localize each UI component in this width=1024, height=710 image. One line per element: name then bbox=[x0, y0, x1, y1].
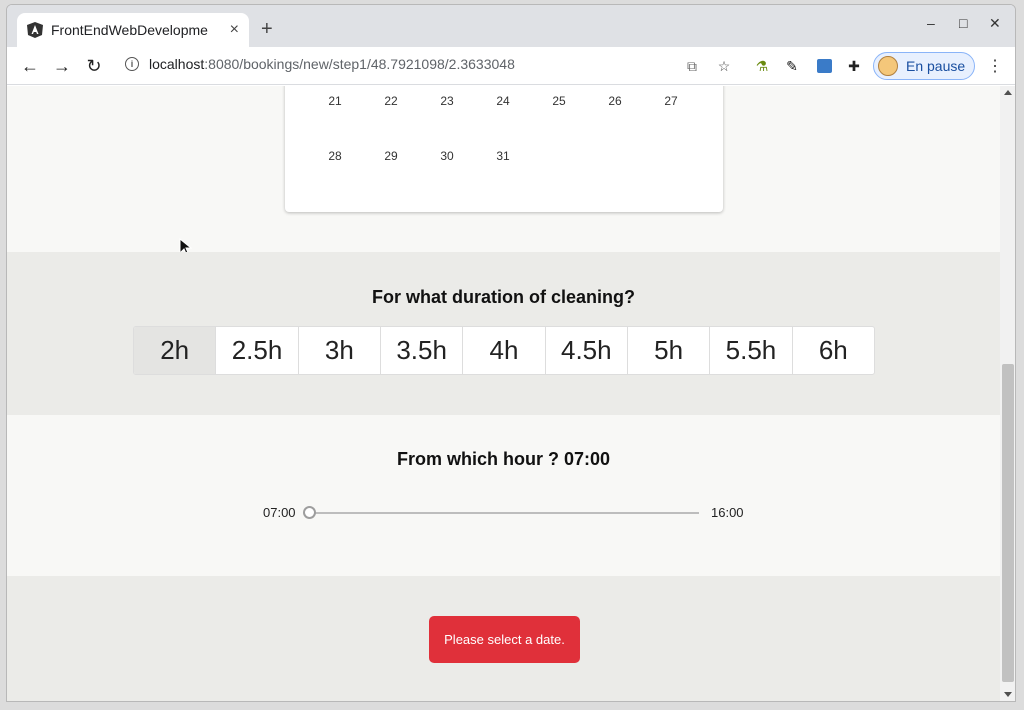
close-icon[interactable]: × bbox=[230, 21, 239, 39]
calendar-row: 21 22 23 24 25 26 27 bbox=[307, 94, 699, 108]
calendar-card: 21 22 23 24 25 26 27 28 29 30 31 bbox=[285, 86, 723, 212]
new-tab-button[interactable]: + bbox=[261, 19, 273, 39]
hour-slider[interactable]: 07:00 16:00 bbox=[263, 503, 753, 523]
duration-option[interactable]: 5h bbox=[628, 327, 711, 374]
duration-options: 2h 2.5h 3h 3.5h 4h 4.5h 5h 5.5h 6h bbox=[133, 326, 875, 375]
calendar-day[interactable]: 24 bbox=[475, 94, 531, 108]
info-icon[interactable]: i bbox=[125, 57, 139, 71]
back-icon[interactable]: ← bbox=[19, 55, 41, 77]
profile-button[interactable]: En pause bbox=[873, 52, 975, 80]
extension-icon[interactable]: ✎ bbox=[783, 57, 801, 75]
scroll-up-icon[interactable] bbox=[1004, 90, 1012, 95]
page-content: 21 22 23 24 25 26 27 28 29 30 31 For wha… bbox=[7, 86, 1000, 701]
calendar-day[interactable]: 30 bbox=[419, 149, 475, 163]
calendar-row: 28 29 30 31 bbox=[307, 149, 531, 163]
duration-section: For what duration of cleaning? 2h 2.5h 3… bbox=[7, 252, 1000, 415]
footer-section: Please select a date. bbox=[7, 576, 1000, 701]
scrollbar-thumb[interactable] bbox=[1002, 364, 1014, 682]
calendar-day[interactable]: 25 bbox=[531, 94, 587, 108]
hour-title: From which hour ? 07:00 bbox=[396, 449, 611, 469]
scroll-down-icon[interactable] bbox=[1004, 692, 1012, 697]
reload-icon[interactable]: ↻ bbox=[83, 55, 105, 77]
profile-label: En pause bbox=[906, 58, 966, 74]
slider-track[interactable] bbox=[309, 512, 699, 514]
hour-section: From which hour ? 07:00 07:00 16:00 bbox=[7, 415, 1000, 576]
angular-icon bbox=[27, 22, 43, 38]
duration-option[interactable]: 4h bbox=[463, 327, 546, 374]
duration-option[interactable]: 5.5h bbox=[710, 327, 793, 374]
duration-option[interactable]: 3.5h bbox=[381, 327, 464, 374]
address-bar[interactable]: i localhost:8080/bookings/new/step1/48.7… bbox=[125, 56, 515, 72]
star-icon[interactable]: ☆ bbox=[715, 57, 733, 75]
calendar-day[interactable]: 27 bbox=[643, 94, 699, 108]
menu-icon[interactable]: ⋮ bbox=[987, 56, 1003, 76]
url-path: :8080/bookings/new/step1/48.7921098/2.36… bbox=[204, 56, 515, 72]
page-scrollbar[interactable] bbox=[1000, 86, 1015, 701]
calendar-day[interactable]: 22 bbox=[363, 94, 419, 108]
calendar-day[interactable]: 31 bbox=[475, 149, 531, 163]
slider-min-label: 07:00 bbox=[263, 505, 296, 520]
puzzle-icon[interactable]: ✚ bbox=[845, 57, 863, 75]
duration-option[interactable]: 2h bbox=[134, 327, 217, 374]
browser-tab[interactable]: FrontEndWebDevelopme × bbox=[17, 13, 249, 47]
calendar-day[interactable]: 21 bbox=[307, 94, 363, 108]
duration-title: For what duration of cleaning? bbox=[372, 287, 635, 307]
calendar-day[interactable]: 28 bbox=[307, 149, 363, 163]
url-host: localhost bbox=[149, 56, 205, 72]
minimize-button[interactable]: – bbox=[927, 15, 935, 31]
slider-max-label: 16:00 bbox=[711, 505, 744, 520]
duration-option[interactable]: 6h bbox=[793, 327, 874, 374]
calendar-day[interactable]: 29 bbox=[363, 149, 419, 163]
maximize-button[interactable]: □ bbox=[959, 15, 967, 31]
duration-option[interactable]: 4.5h bbox=[546, 327, 628, 374]
translate-icon[interactable]: ⧉ bbox=[683, 57, 701, 75]
duration-option[interactable]: 3h bbox=[299, 327, 381, 374]
duration-option[interactable]: 2.5h bbox=[216, 327, 299, 374]
select-date-alert-button[interactable]: Please select a date. bbox=[429, 616, 580, 663]
calendar-day[interactable]: 23 bbox=[419, 94, 475, 108]
flask-icon[interactable]: ⚗ bbox=[753, 57, 771, 75]
tab-title: FrontEndWebDevelopme bbox=[51, 22, 208, 38]
forward-icon[interactable]: → bbox=[51, 55, 73, 77]
browser-toolbar: ← → ↻ i localhost:8080/bookings/new/step… bbox=[7, 47, 1015, 85]
tab-strip: FrontEndWebDevelopme × + – □ ✕ bbox=[7, 5, 1015, 47]
avatar bbox=[878, 56, 898, 76]
browser-window: FrontEndWebDevelopme × + – □ ✕ ← → ↻ i l… bbox=[6, 4, 1016, 702]
slider-thumb[interactable] bbox=[303, 506, 316, 519]
window-close-button[interactable]: ✕ bbox=[989, 15, 1001, 32]
css-icon[interactable] bbox=[815, 57, 833, 75]
calendar-day[interactable]: 26 bbox=[587, 94, 643, 108]
